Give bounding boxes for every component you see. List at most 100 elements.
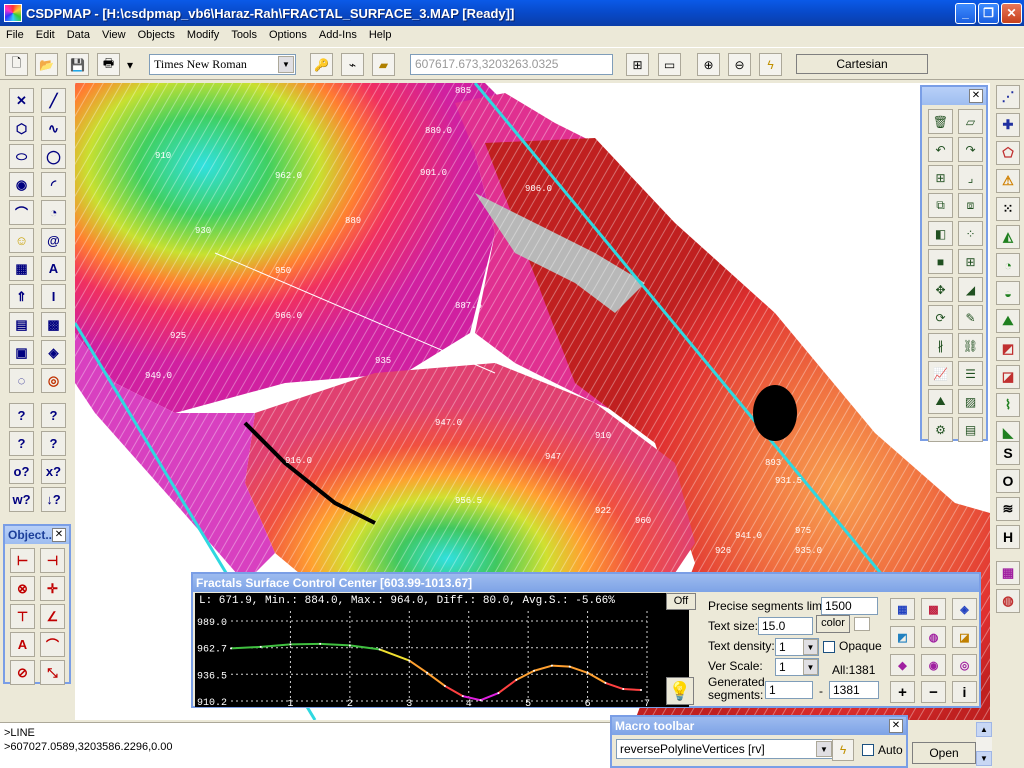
polyline-tool[interactable]: ∿: [41, 116, 66, 141]
fill-tool[interactable]: ◈: [41, 340, 66, 365]
arc-tool[interactable]: ◜: [41, 172, 66, 197]
menu-tools[interactable]: Tools: [225, 29, 263, 41]
list-tool[interactable]: ☰: [958, 361, 983, 386]
profile-view-tool[interactable]: ◪: [996, 365, 1020, 389]
query-down-tool[interactable]: ↓?: [41, 487, 66, 512]
command-line[interactable]: >LINE >607027.0589,3203586.2296,0.00: [0, 722, 612, 768]
info-button[interactable]: i: [952, 681, 977, 703]
edit-tools-panel-close-button[interactable]: ✕: [969, 89, 983, 103]
triangulate-tool[interactable]: ◭: [996, 225, 1020, 249]
ring-tool[interactable]: ◉: [9, 172, 34, 197]
spiral-tool[interactable]: @: [41, 228, 66, 253]
network-tool[interactable]: ⋰: [996, 85, 1020, 109]
new-file-button[interactable]: 🗋: [5, 53, 28, 76]
relief-tool[interactable]: ⛰: [996, 309, 1020, 333]
hatch-fill-tool[interactable]: ▨: [958, 389, 983, 414]
square-tool[interactable]: ■: [928, 249, 953, 274]
close-button[interactable]: ✕: [1001, 2, 1022, 24]
off-button[interactable]: Off: [666, 593, 696, 610]
fractal-tool-4[interactable]: ◩: [890, 626, 915, 648]
mirror-tool[interactable]: ◧: [928, 221, 953, 246]
cells-tool[interactable]: ▣: [9, 340, 34, 365]
print-button[interactable]: 🖶: [97, 53, 120, 76]
note-tool[interactable]: ✎: [958, 305, 983, 330]
polygon-tool[interactable]: ⬡: [9, 116, 34, 141]
generated-to-input[interactable]: 1381: [829, 681, 879, 699]
query-point-tool[interactable]: ?: [9, 403, 34, 428]
vertex-tool[interactable]: ✚: [996, 113, 1020, 137]
print-dropdown[interactable]: ▾: [123, 53, 137, 76]
elevation-profile-chart[interactable]: 989.0 962.7 936.5 910.2 1 2 3 4 5 6 7 L: 671.9, Mi…: [195, 593, 689, 710]
chevron-down-icon[interactable]: ▼: [803, 639, 818, 655]
command-scrollbar[interactable]: ▲ ▼: [976, 722, 992, 768]
s-button[interactable]: S: [996, 441, 1020, 465]
macro-run-button[interactable]: ϟ: [832, 739, 854, 761]
object-tool-3[interactable]: ⊗: [10, 576, 35, 601]
text-frame-tool[interactable]: I: [41, 284, 66, 309]
generated-from-input[interactable]: 1: [765, 681, 813, 699]
lightbulb-button[interactable]: 💡: [666, 677, 694, 705]
object-tool-2[interactable]: ⊣: [40, 548, 65, 573]
font-select[interactable]: Times New Roman ▼: [149, 54, 296, 75]
eraser-tool[interactable]: ▱: [958, 109, 983, 134]
fractal-tool-6[interactable]: ◪: [952, 626, 977, 648]
scroll-up-icon[interactable]: ▲: [976, 722, 992, 737]
open-button[interactable]: Open: [912, 742, 976, 764]
contour-tool[interactable]: ◔: [996, 253, 1020, 277]
move-tool[interactable]: ✥: [928, 277, 953, 302]
menu-objects[interactable]: Objects: [132, 29, 181, 41]
color-button[interactable]: color: [816, 615, 850, 633]
window-titlebar[interactable]: CSDPMAP - [H:\csdpmap_vb6\Haraz-Rah\FRAC…: [0, 0, 1024, 26]
fractal-tool-7[interactable]: ◆: [890, 654, 915, 676]
query-database-tool[interactable]: ?: [41, 431, 66, 456]
curve-tool[interactable]: ⌒: [9, 200, 34, 225]
north-arrow-tool[interactable]: ⇑: [9, 284, 34, 309]
fractal-tool-9[interactable]: ◎: [952, 654, 977, 676]
line-tool[interactable]: ╱: [41, 88, 66, 113]
macro-close-button[interactable]: ✕: [889, 719, 903, 733]
parallel-tool[interactable]: ∦: [928, 333, 953, 358]
sector-tool[interactable]: ◔: [41, 200, 66, 225]
query-x-tool[interactable]: x?: [41, 459, 66, 484]
redo-tool[interactable]: ↷: [958, 137, 983, 162]
opaque-checkbox[interactable]: [823, 641, 835, 653]
warning-tool[interactable]: ⚠: [996, 169, 1020, 193]
undo-tool[interactable]: ↶: [928, 137, 953, 162]
chevron-down-icon[interactable]: ▼: [803, 659, 818, 675]
report-tool[interactable]: ▤: [958, 417, 983, 442]
query-area-tool[interactable]: ?: [9, 431, 34, 456]
symbol-tool[interactable]: ☺: [9, 228, 34, 253]
profile-tool-button[interactable]: ⌁: [341, 53, 364, 76]
chart-tool[interactable]: ⌇: [996, 393, 1020, 417]
circle-tool[interactable]: ◯: [41, 144, 66, 169]
save-button[interactable]: 💾: [66, 53, 89, 76]
slope-tool[interactable]: ◢: [958, 277, 983, 302]
object-tool-1[interactable]: ⊢: [10, 548, 35, 573]
menu-modify[interactable]: Modify: [181, 29, 225, 41]
query-object-tool[interactable]: o?: [9, 459, 34, 484]
rotate-tool[interactable]: ⟳: [928, 305, 953, 330]
coordinate-input[interactable]: 607617.673,3203263.0325: [410, 54, 613, 75]
object-tool-8[interactable]: ⌒: [40, 632, 65, 657]
menu-addins[interactable]: Add-Ins: [313, 29, 363, 41]
object-tool-5[interactable]: ⊤: [10, 604, 35, 629]
shape-tool[interactable]: ⬠: [996, 141, 1020, 165]
restore-button[interactable]: ❐: [978, 2, 999, 24]
layers-button[interactable]: ▰: [372, 53, 395, 76]
zoom-in-button[interactable]: ⊕: [697, 53, 720, 76]
target-tool[interactable]: ◎: [41, 368, 66, 393]
text-tool[interactable]: A: [41, 256, 66, 281]
profile-chart-tool[interactable]: 📈: [928, 361, 953, 386]
fractal-tool-8[interactable]: ◉: [921, 654, 946, 676]
h-button[interactable]: H: [996, 525, 1020, 549]
object-tool-10[interactable]: ⤡: [40, 660, 65, 685]
menu-file[interactable]: File: [0, 29, 30, 41]
color-swatch[interactable]: [854, 617, 870, 631]
fractal-tool-3[interactable]: ◈: [952, 598, 977, 620]
delete-tool[interactable]: 🗑: [928, 109, 953, 134]
fractal-tool-5[interactable]: ◍: [921, 626, 946, 648]
text-size-input[interactable]: 15.0: [758, 617, 813, 635]
object-tool-6[interactable]: ∠: [40, 604, 65, 629]
ungroup-tool[interactable]: ⧈: [958, 193, 983, 218]
grid4-tool[interactable]: ⊞: [958, 249, 983, 274]
